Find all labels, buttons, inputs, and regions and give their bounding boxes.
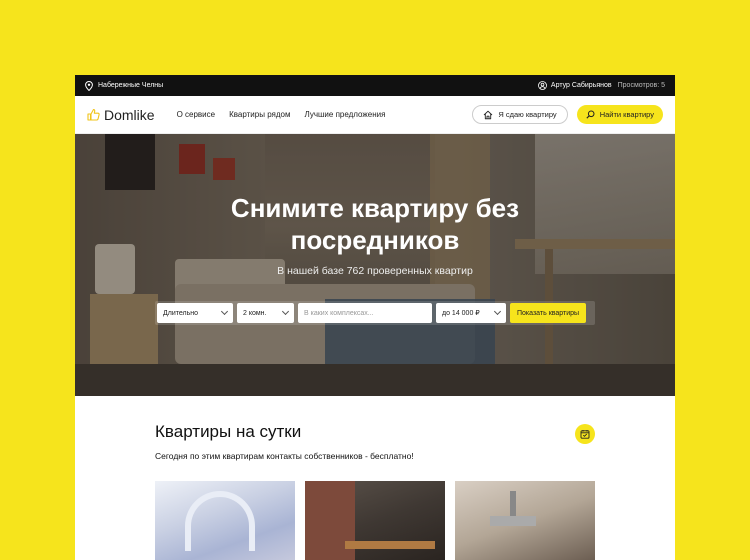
user-name: Артур Сабирьянов [550,82,612,89]
section-title: Квартиры на сутки [155,422,302,441]
complex-search-input[interactable]: В каких комплексах... [298,303,432,323]
nav-link-best-offers[interactable]: Лучшие предложения [305,110,386,119]
home-icon [484,110,493,119]
term-value: Длительно [163,309,199,317]
thumbs-up-icon [87,108,100,121]
hero-title-line1: Снимите квартиру без [230,193,520,223]
logo[interactable]: Domlike [87,107,155,123]
section-subtitle: Сегодня по этим квартирам контакты собст… [155,451,414,461]
chevron-down-icon [220,307,229,316]
complex-placeholder: В каких комплексах... [304,309,374,317]
main-nav: Domlike О сервисе Квартиры рядом Лучшие … [75,96,675,134]
hero-title: Снимите квартиру без посредников [75,192,675,256]
city-selector[interactable]: Набережные Челны [85,80,164,91]
rooms-value: 2 комн. [243,309,267,317]
nav-link-nearby[interactable]: Квартиры рядом [229,110,290,119]
location-pin-icon [85,80,93,91]
calendar-check-icon [580,430,590,439]
hero-subtitle: В нашей базе 762 проверенных квартир [277,265,473,277]
term-select[interactable]: Длительно [157,303,233,323]
apartment-card[interactable] [455,481,595,560]
apartment-cards [155,481,595,560]
calendar-button[interactable] [575,424,595,444]
user-icon [538,81,547,90]
find-apartment-label: Найти квартиру [599,110,654,119]
search-icon [586,110,595,119]
logo-text: Domlike [104,106,155,123]
top-bar: Набережные Челны Артур Сабирьянов Просмо… [75,75,675,96]
price-value: до 14 000 ₽ [442,310,480,317]
apartment-card[interactable] [155,481,295,560]
price-select[interactable]: до 14 000 ₽ [436,303,506,323]
nav-links: О сервисе Квартиры рядом Лучшие предложе… [177,110,386,119]
chevron-down-icon [493,307,502,316]
chevron-down-icon [281,307,290,316]
browser-page: Набережные Челны Артур Сабирьянов Просмо… [75,75,675,560]
rent-out-button[interactable]: Я сдаю квартиру [472,105,568,124]
hero-banner: Снимите квартиру без посредников В нашей… [75,134,675,396]
rent-out-label: Я сдаю квартиру [498,110,557,119]
hero-title-line2: посредников [290,225,460,255]
city-label: Набережные Челны [98,82,164,89]
show-apartments-button[interactable]: Показать квартиры [510,303,587,323]
rooms-select[interactable]: 2 комн. [237,303,294,323]
user-profile[interactable]: Артур Сабирьянов [538,81,612,90]
daily-section: Квартиры на сутки Сегодня по этим кварти… [155,422,595,461]
apartment-card[interactable] [305,481,445,560]
search-form: Длительно 2 комн. В каких комплексах... … [155,301,595,325]
nav-link-about[interactable]: О сервисе [177,110,216,119]
views-counter: Просмотров: 5 [617,82,665,89]
find-apartment-button[interactable]: Найти квартиру [576,105,663,124]
